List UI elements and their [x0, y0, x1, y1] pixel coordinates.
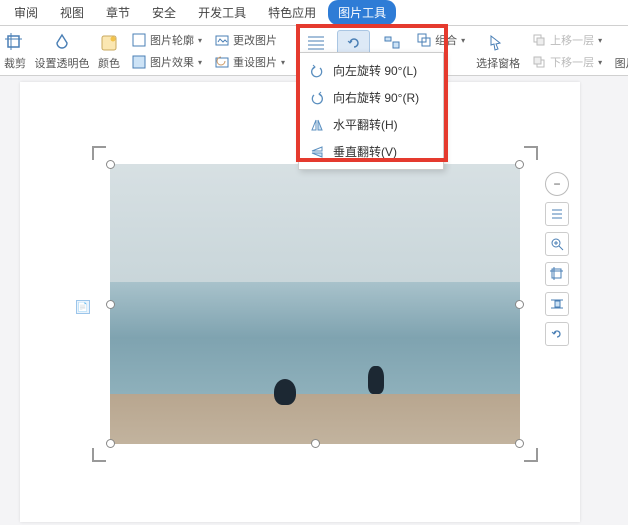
flip-h-icon [309, 117, 325, 133]
rotate-right-icon [309, 90, 325, 106]
color-button[interactable]: 颜色 [96, 30, 122, 72]
set-transparent-label: 设置透明色 [35, 55, 90, 71]
selection-pane-label: 选择窗格 [476, 55, 520, 71]
color-label: 颜色 [98, 55, 120, 71]
move-down-icon [531, 54, 547, 70]
tab-special[interactable]: 特色应用 [258, 0, 326, 25]
picture-effect-label: 图片效果 [150, 54, 194, 70]
pic-to-text-button[interactable]: 图片转文字 [617, 30, 628, 72]
rotate-icon [550, 327, 564, 341]
change-picture-button[interactable]: 更改图片 [211, 30, 288, 50]
side-crop-button[interactable] [545, 262, 569, 286]
side-collapse-button[interactable]: − [545, 172, 569, 196]
reset-pic-icon [214, 54, 230, 70]
wrap-icon [550, 297, 564, 311]
flip-v-icon [309, 144, 325, 160]
tab-security[interactable]: 安全 [142, 0, 186, 25]
zoom-icon [550, 237, 564, 251]
tab-devtools[interactable]: 开发工具 [188, 0, 256, 25]
picture-effect-button[interactable]: 图片效果 ▾ [128, 52, 205, 72]
group-icon [416, 32, 432, 48]
resize-handle[interactable] [311, 439, 320, 448]
rotate-left-90-label: 向左旋转 90°(L) [333, 62, 417, 79]
move-down-button: 下移一层 ▾ [528, 52, 605, 72]
chevron-down-icon: ▾ [198, 36, 202, 45]
color-icon [98, 32, 120, 54]
chevron-down-icon: ▾ [598, 36, 602, 45]
resize-handle[interactable] [515, 300, 524, 309]
picture-outline-label: 图片轮廓 [150, 32, 194, 48]
chevron-down-icon: ▾ [198, 58, 202, 67]
flip-horizontal-item[interactable]: 水平翻转(H) [299, 111, 443, 138]
rotate-right-90-label: 向右旋转 90°(R) [333, 89, 419, 106]
side-rotate-button[interactable] [545, 322, 569, 346]
minus-icon: − [553, 177, 560, 191]
floating-side-tools: − [544, 172, 570, 346]
change-pic-icon [214, 32, 230, 48]
chevron-down-icon: ▾ [281, 58, 285, 67]
rotate-left-90-item[interactable]: 向左旋转 90°(L) [299, 57, 443, 84]
flip-vertical-item[interactable]: 垂直翻转(V) [299, 138, 443, 165]
chevron-down-icon: ▾ [461, 36, 465, 45]
move-up-button: 上移一层 ▾ [528, 30, 605, 50]
crop-label: 裁剪 [4, 55, 26, 71]
change-picture-label: 更改图片 [233, 32, 277, 48]
move-up-label: 上移一层 [550, 32, 594, 48]
selection-pane-icon [487, 32, 509, 54]
effect-icon [131, 54, 147, 70]
selection-box [92, 146, 538, 462]
flip-vertical-label: 垂直翻转(V) [333, 143, 397, 160]
align-icon [381, 32, 403, 54]
resize-handle[interactable] [106, 300, 115, 309]
tab-view[interactable]: 视图 [50, 0, 94, 25]
crop-corner-tl[interactable] [92, 146, 106, 160]
rotate-left-icon [309, 63, 325, 79]
tab-picture-tools[interactable]: 图片工具 [328, 0, 396, 25]
reset-picture-label: 重设图片 [233, 54, 277, 70]
selected-image[interactable] [110, 164, 520, 444]
side-layout-button[interactable] [545, 202, 569, 226]
side-zoom-button[interactable] [545, 232, 569, 256]
crop-icon [4, 32, 26, 54]
group-button[interactable]: 组合 ▾ [413, 30, 468, 50]
flip-horizontal-label: 水平翻转(H) [333, 116, 398, 133]
picture-outline-button[interactable]: 图片轮廓 ▾ [128, 30, 205, 50]
side-wrap-button[interactable] [545, 292, 569, 316]
rotate-icon [343, 32, 365, 54]
resize-handle[interactable] [515, 160, 524, 169]
resize-handle[interactable] [515, 439, 524, 448]
tab-review[interactable]: 审阅 [4, 0, 48, 25]
outline-icon [131, 32, 147, 48]
crop-corner-bl[interactable] [92, 448, 106, 462]
transparent-icon [51, 32, 73, 54]
pic-to-text-label: 图片转文字 [615, 55, 628, 71]
wrap-icon [305, 32, 327, 54]
selection-pane-button[interactable]: 选择窗格 [474, 30, 522, 72]
anchor-icon[interactable]: 📄 [76, 300, 90, 314]
move-up-icon [531, 32, 547, 48]
reset-picture-button[interactable]: 重设图片 ▾ [211, 52, 288, 72]
group-label: 组合 [435, 32, 457, 48]
tab-bar: 审阅 视图 章节 安全 开发工具 特色应用 图片工具 [0, 0, 628, 26]
tab-chapter[interactable]: 章节 [96, 0, 140, 25]
crop-corner-tr[interactable] [524, 146, 538, 160]
crop-icon [550, 267, 564, 281]
move-down-label: 下移一层 [550, 54, 594, 70]
crop-button[interactable]: 裁剪 [2, 30, 28, 72]
rotate-right-90-item[interactable]: 向右旋转 90°(R) [299, 84, 443, 111]
set-transparent-button[interactable]: 设置透明色 [34, 30, 90, 72]
layout-icon [550, 207, 564, 221]
resize-handle[interactable] [106, 439, 115, 448]
crop-corner-br[interactable] [524, 448, 538, 462]
resize-handle[interactable] [106, 160, 115, 169]
rotate-dropdown: 向左旋转 90°(L) 向右旋转 90°(R) 水平翻转(H) 垂直翻转(V) [298, 52, 444, 170]
chevron-down-icon: ▾ [598, 58, 602, 67]
